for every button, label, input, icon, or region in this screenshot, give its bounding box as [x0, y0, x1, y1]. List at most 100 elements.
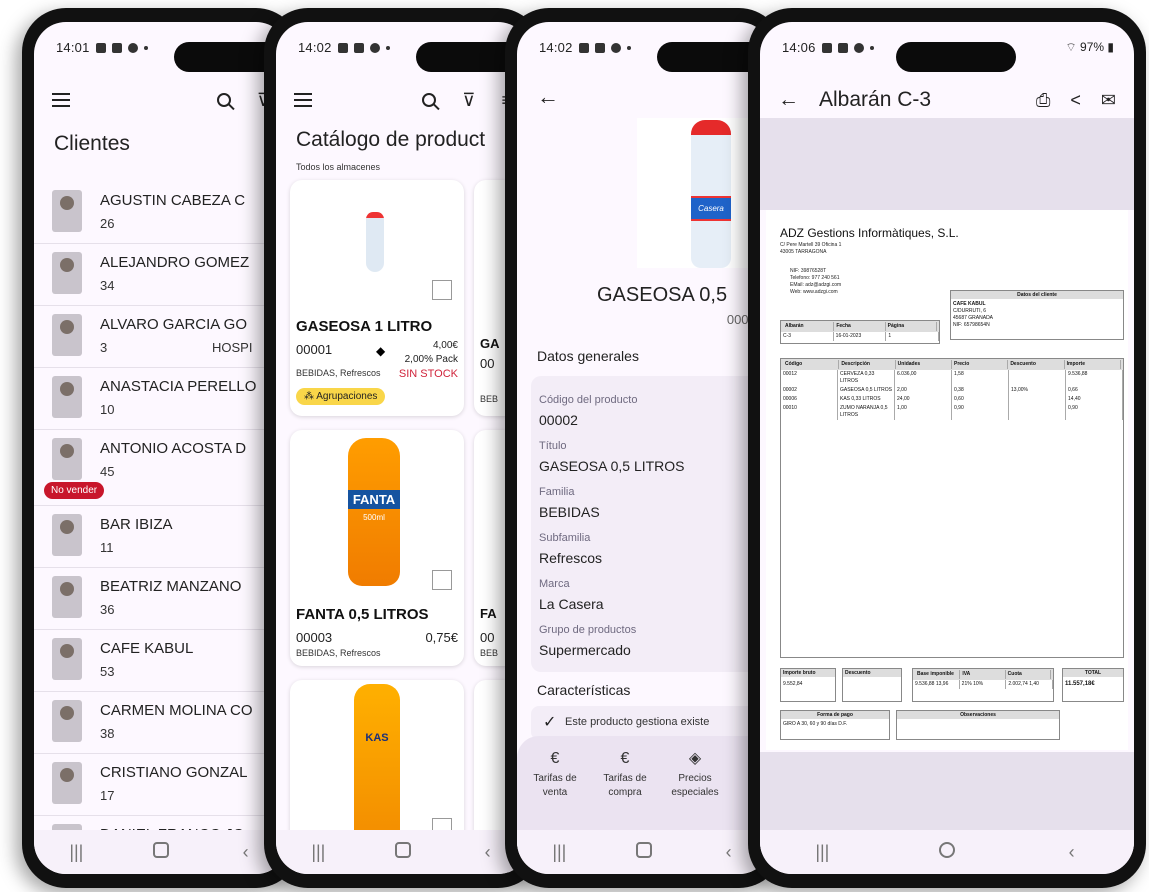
totals-header: Cuota [1006, 670, 1051, 679]
avatar [52, 576, 82, 618]
client-row[interactable]: ANTONIO ACOSTA D 45 No vender [34, 430, 288, 506]
status-right: ⌔ 97% ▮ [1065, 40, 1114, 55]
mail-icon[interactable]: ✉ [1101, 90, 1116, 111]
totals-header: IVA [960, 670, 1006, 679]
action-label: Tarifas de venta [533, 773, 577, 798]
product-family: BEBIDAS, Refrescos [296, 368, 381, 378]
top-app-bar: ← Albarán C-3 ⎙ < ✉ [760, 80, 1134, 120]
client-row[interactable]: ALEJANDRO GOMEZ 34 [34, 244, 288, 306]
action-label: Precios especiales [671, 773, 719, 798]
home-icon[interactable] [917, 841, 977, 863]
print-icon[interactable]: ⎙ [1036, 90, 1050, 111]
line-header: Descripción [839, 360, 896, 369]
table-cell: 0,60 [952, 395, 1009, 404]
status-time: 14:02 [298, 40, 332, 55]
screen-producto: 14:02 ← Casera GASEOSA 0,5 00002 Datos g… [517, 22, 771, 874]
system-nav-bar: ||| ‹ [34, 830, 288, 874]
meta-value: C-3 [781, 332, 834, 341]
table-cell [1009, 370, 1066, 386]
product-name: FA [480, 606, 497, 621]
totals-value: 21% 10% [960, 680, 1007, 689]
field-value: Supermercado [539, 642, 631, 658]
filter-icon[interactable]: ⊽ [462, 90, 475, 111]
meta-header: Albarán [783, 322, 835, 331]
avatar [52, 190, 82, 232]
product-family: BEB [480, 394, 499, 404]
feature-check-row[interactable]: Este producto gestiona existe [531, 706, 771, 740]
totals-descuento: Descuento [842, 668, 902, 702]
client-row[interactable]: AGUSTIN CABEZA C 26 [34, 182, 288, 244]
total-value: 11.557,18€ [1065, 681, 1095, 687]
status-bar: 14:01 [56, 40, 148, 55]
table-cell: 0,90 [952, 404, 1009, 420]
table-cell: KAS 0,33 LITROS [838, 395, 895, 404]
address-line: C/ Pere Martell 39 Oficina 1 [780, 242, 842, 248]
back-nav-icon[interactable]: ‹ [1042, 842, 1102, 863]
client-row[interactable]: CAFE KABUL 53 [34, 630, 288, 692]
avatar [52, 762, 82, 804]
field-label: Subfamilia [539, 532, 591, 544]
table-cell: 0,38 [952, 386, 1009, 395]
page-title: Catálogo de product [296, 128, 486, 151]
client-row[interactable]: CARMEN MOLINA CO 38 [34, 692, 288, 754]
status-badge: No vender [44, 482, 105, 499]
client-line: CAFE KABUL [953, 301, 986, 307]
qr-icon[interactable] [432, 280, 452, 300]
company-address: C/ Pere Martell 39 Oficina 1 43005 TARRAG… [780, 242, 841, 256]
share-icon[interactable]: < [1070, 90, 1081, 111]
avatar [52, 438, 82, 480]
table-cell: 0,66 [1066, 386, 1123, 395]
search-icon[interactable] [216, 93, 231, 107]
client-row[interactable]: CRISTIANO GONZAL 17 [34, 754, 288, 816]
agrupaciones-chip[interactable]: ⁂ Agrupaciones [296, 388, 386, 405]
client-row[interactable]: BEATRIZ MANZANO 36 [34, 568, 288, 630]
back-arrow-icon[interactable]: ← [778, 88, 799, 112]
product-card[interactable]: GASEOSA 1 LITRO 00001 ◆ 4,00€ 2,00% Pack… [290, 180, 464, 416]
home-icon[interactable] [373, 841, 433, 863]
back-arrow-icon[interactable]: ← [537, 84, 559, 110]
product-name: FANTA 0,5 LITROS [296, 606, 429, 623]
avatar [52, 638, 82, 680]
observations-header: Observaciones [897, 711, 1059, 719]
client-name: BEATRIZ MANZANO [100, 578, 242, 595]
totals-value: 2.002,74 1,40 [1006, 680, 1054, 689]
client-count: 26 [100, 216, 115, 231]
recent-apps-icon[interactable]: ||| [529, 842, 589, 863]
line-header: Unidades [896, 360, 952, 369]
client-header: Datos del cliente [951, 291, 1123, 299]
recent-apps-icon[interactable]: ||| [46, 842, 106, 863]
meta-value: 1 [886, 332, 940, 341]
totals-tax: Base imponible IVA Cuota 9.536,88 13,96 21%… [912, 668, 1054, 702]
client-line: 45687 GRANADA [953, 315, 994, 321]
bottle-label: KAS [365, 732, 389, 744]
field-value: Refrescos [539, 550, 603, 566]
qr-icon[interactable] [432, 570, 452, 590]
meta-value: 16-01-2023 [834, 332, 887, 341]
general-fields-box: Código del producto 00002 Título GASEOSA… [531, 376, 771, 672]
stock-status: SIN STOCK [398, 368, 458, 380]
group-icon: ⁂ [304, 391, 317, 402]
status-time: 14:02 [539, 40, 573, 55]
page-title: Clientes [54, 132, 130, 155]
company-name: ADZ Gestions Informàtiques, S.L. [780, 226, 959, 240]
client-name: ANASTACIA PERELLO [100, 378, 257, 395]
search-icon[interactable] [422, 93, 437, 107]
recent-apps-icon[interactable]: ||| [288, 842, 348, 863]
client-box: Datos del cliente CAFE KABUL C/DURRUTI, … [950, 290, 1124, 340]
client-row[interactable]: ALVARO GARCIA GO 3 HOSPI [34, 306, 288, 368]
recent-apps-icon[interactable]: ||| [792, 842, 852, 863]
product-card[interactable]: FANTA 500ml FANTA 0,5 LITROS 00003 0,75€… [290, 430, 464, 666]
line-header: Descuento [1008, 360, 1065, 369]
menu-icon[interactable] [52, 93, 70, 107]
client-count: 53 [100, 664, 115, 679]
table-cell: 2,00 [895, 386, 952, 395]
home-icon[interactable] [614, 841, 674, 863]
totals-header: Base imponible [915, 670, 961, 679]
euro-icon: € [620, 750, 630, 767]
client-row[interactable]: BAR IBIZA 11 [34, 506, 288, 568]
home-icon[interactable] [131, 841, 191, 863]
bottle-image [366, 212, 384, 272]
client-row[interactable]: ANASTACIA PERELLO 10 [34, 368, 288, 430]
field-value: BEBIDAS [539, 504, 600, 520]
menu-icon[interactable] [294, 93, 312, 107]
